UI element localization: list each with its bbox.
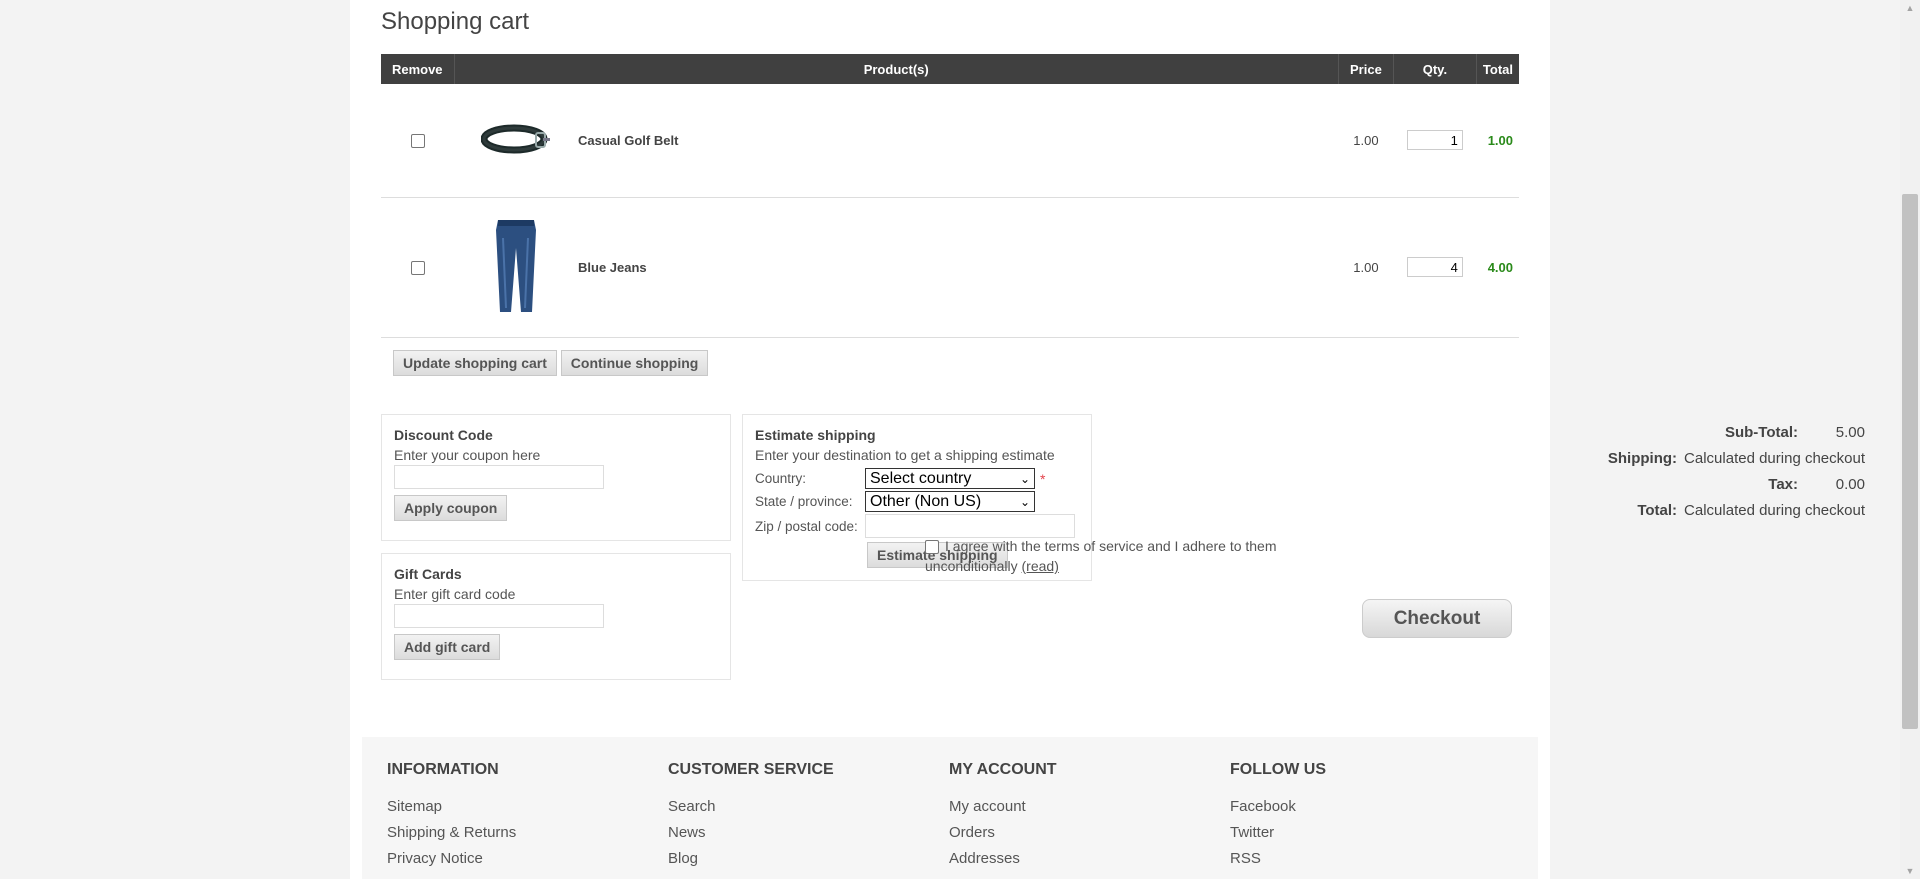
header-remove: Remove: [381, 54, 455, 84]
product-price: 1.00: [1338, 84, 1394, 198]
estimate-hint: Enter your destination to get a shipping…: [755, 447, 1055, 463]
table-row: Casual Golf Belt 1.00 1.00: [381, 84, 1519, 198]
scroll-up-icon[interactable]: ▲: [1900, 0, 1920, 16]
terms-read-link[interactable]: (read): [1022, 558, 1059, 574]
footer-link-blog[interactable]: Blog: [668, 846, 928, 872]
discount-title: Discount Code: [394, 427, 493, 443]
discount-hint: Enter your coupon here: [394, 447, 541, 463]
country-select-value: Select country: [870, 469, 972, 487]
coupon-input[interactable]: [394, 465, 604, 489]
tax-label: Tax:: [1768, 476, 1798, 493]
giftcard-title: Gift Cards: [394, 566, 462, 582]
cart-table: Remove Product(s) Price Qty. Total Casua…: [381, 54, 1519, 338]
product-price: 1.00: [1338, 197, 1394, 338]
footer-column-my-account: MY ACCOUNT My account Orders Addresses: [949, 761, 1209, 872]
chevron-down-icon: ⌄: [1019, 494, 1030, 509]
terms-text: I agree with the terms of service and I …: [925, 538, 1277, 574]
remove-checkbox[interactable]: [410, 134, 425, 149]
product-name-link[interactable]: Casual Golf Belt: [578, 133, 678, 148]
header-qty: Qty.: [1393, 54, 1477, 84]
footer-column-follow-us: FOLLOW US Facebook Twitter RSS: [1230, 761, 1490, 872]
footer-heading: INFORMATION: [387, 761, 499, 778]
belt-image[interactable]: [480, 121, 551, 157]
scroll-down-icon[interactable]: ▼: [1900, 863, 1920, 879]
giftcard-input[interactable]: [394, 604, 604, 628]
shipping-label: Shipping:: [1607, 450, 1678, 467]
subtotal-label: Sub-Total:: [1724, 424, 1798, 441]
cart-buttons: Update shopping cart Continue shopping: [393, 350, 709, 376]
footer-link-orders[interactable]: Orders: [949, 820, 1209, 846]
footer-link-twitter[interactable]: Twitter: [1230, 820, 1490, 846]
quantity-input[interactable]: [1406, 257, 1463, 277]
checkout-button[interactable]: Checkout: [1362, 599, 1512, 638]
state-select[interactable]: Other (Non US) ⌄: [865, 491, 1035, 512]
footer: INFORMATION Sitemap Shipping & Returns P…: [362, 737, 1538, 879]
discount-box: Discount Code Enter your coupon here App…: [381, 414, 731, 541]
product-subtotal: 1.00: [1487, 132, 1513, 148]
footer-link-search[interactable]: Search: [668, 794, 928, 820]
vertical-scrollbar[interactable]: ▲ ▼: [1900, 0, 1920, 879]
footer-link-sitemap[interactable]: Sitemap: [387, 794, 647, 820]
add-giftcard-button[interactable]: Add gift card: [394, 634, 501, 660]
page-container: Shopping cart Remove Product(s) Price Qt…: [350, 0, 1865, 879]
quantity-input[interactable]: [1406, 130, 1463, 151]
chevron-down-icon: ⌄: [1019, 471, 1030, 486]
footer-column-information: INFORMATION Sitemap Shipping & Returns P…: [387, 761, 647, 872]
apply-coupon-button[interactable]: Apply coupon: [394, 495, 508, 521]
jeans-image[interactable]: [494, 218, 538, 314]
giftcard-hint: Enter gift card code: [394, 586, 516, 602]
footer-link-addresses[interactable]: Addresses: [949, 846, 1209, 872]
estimate-title: Estimate shipping: [755, 427, 876, 443]
order-totals: Sub-Total: 5.00 Shipping: Calculated dur…: [1085, 420, 1865, 524]
country-select[interactable]: Select country ⌄: [865, 468, 1035, 489]
product-image-cell: [454, 84, 578, 198]
table-row: Blue Jeans 1.00 4.00: [381, 197, 1519, 338]
zip-label: Zip / postal code:: [755, 518, 858, 534]
page-title: Shopping cart: [381, 8, 530, 35]
order-total-label: Total:: [1637, 502, 1678, 519]
subtotal-value: 5.00: [1835, 424, 1865, 441]
footer-link-shipping-returns[interactable]: Shipping & Returns: [387, 820, 647, 846]
footer-heading: FOLLOW US: [1230, 761, 1326, 778]
continue-shopping-button[interactable]: Continue shopping: [560, 350, 709, 376]
state-select-value: Other (Non US): [870, 492, 982, 510]
header-price: Price: [1338, 54, 1394, 84]
footer-link-privacy-notice[interactable]: Privacy Notice: [387, 846, 647, 872]
giftcard-box: Gift Cards Enter gift card code Add gift…: [381, 553, 731, 680]
order-total-value: Calculated during checkout: [1684, 502, 1865, 519]
state-label: State / province:: [755, 494, 853, 509]
header-total: Total: [1476, 54, 1519, 84]
header-products: Product(s): [454, 54, 1339, 84]
update-cart-button[interactable]: Update shopping cart: [393, 350, 557, 376]
footer-column-customer-service: CUSTOMER SERVICE Search News Blog: [668, 761, 928, 872]
shipping-value: Calculated during checkout: [1684, 450, 1865, 467]
zip-input[interactable]: [865, 514, 1075, 538]
terms-checkbox[interactable]: [925, 540, 939, 555]
product-subtotal: 4.00: [1487, 259, 1513, 275]
country-label: Country:: [755, 471, 807, 486]
footer-link-facebook[interactable]: Facebook: [1230, 794, 1490, 820]
required-mark: *: [1040, 470, 1046, 487]
terms-of-service: I agree with the terms of service and I …: [925, 536, 1295, 576]
product-image-cell: [454, 197, 578, 338]
remove-checkbox[interactable]: [410, 260, 425, 275]
footer-heading: CUSTOMER SERVICE: [668, 761, 834, 778]
product-name-link[interactable]: Blue Jeans: [578, 260, 647, 275]
footer-link-my-account[interactable]: My account: [949, 794, 1209, 820]
footer-link-news[interactable]: News: [668, 820, 928, 846]
footer-heading: MY ACCOUNT: [949, 761, 1057, 778]
tax-value: 0.00: [1835, 476, 1865, 493]
scrollbar-thumb[interactable]: [1902, 194, 1918, 729]
footer-link-rss[interactable]: RSS: [1230, 846, 1490, 872]
